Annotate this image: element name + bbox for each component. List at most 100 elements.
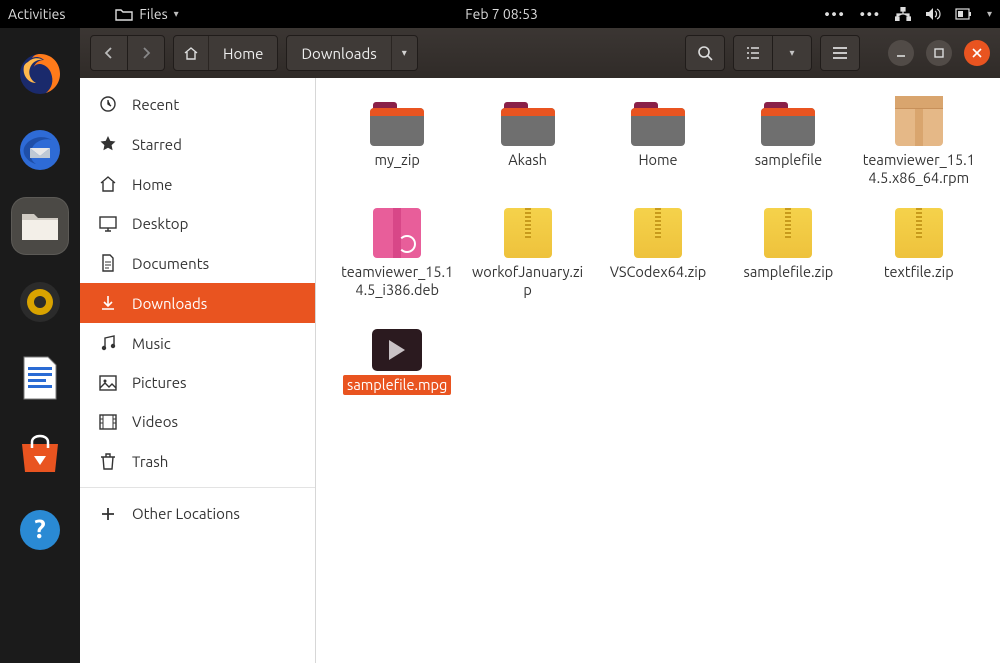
content-area: my_zip Akash Home samplefile teamviewer_15.1… <box>316 78 1000 663</box>
music-icon <box>98 334 118 352</box>
view-controls: ▾ <box>733 35 812 71</box>
maximize-button[interactable] <box>926 40 952 66</box>
plus-icon <box>98 506 118 522</box>
file-label: samplefile.zip <box>740 262 838 282</box>
shopping-bag-icon <box>18 434 62 474</box>
file-label: teamviewer_15.14.5.x86_64.rpm <box>858 150 980 188</box>
sidebar: Recent Starred Home Desktop Documents Downloa… <box>80 78 316 663</box>
hamburger-menu[interactable] <box>820 35 860 71</box>
battery-icon[interactable] <box>955 7 973 21</box>
sidebar-item-home[interactable]: Home <box>80 164 315 204</box>
sidebar-item-trash[interactable]: Trash <box>80 441 315 481</box>
launcher-software[interactable] <box>12 426 68 482</box>
sidebar-item-documents[interactable]: Documents <box>80 243 315 283</box>
file-item[interactable]: Home <box>597 96 719 188</box>
minimize-button[interactable] <box>888 40 914 66</box>
sidebar-item-other-locations[interactable]: Other Locations <box>80 494 315 533</box>
search-icon <box>697 45 713 61</box>
sidebar-item-music[interactable]: Music <box>80 323 315 363</box>
file-label: workofJanuary.zip <box>466 262 588 300</box>
file-grid: my_zip Akash Home samplefile teamviewer_15.1… <box>336 96 980 395</box>
file-item[interactable]: samplefile <box>727 96 849 188</box>
sidebar-item-label: Pictures <box>132 374 187 391</box>
video-icon <box>369 321 425 371</box>
download-icon <box>98 294 118 312</box>
star-icon <box>98 135 118 153</box>
folder-icon <box>500 96 556 146</box>
sidebar-item-label: Videos <box>132 413 178 430</box>
rpm-icon <box>891 96 947 146</box>
zip-icon <box>500 208 556 258</box>
window-controls <box>888 40 990 66</box>
view-dropdown[interactable]: ▾ <box>773 35 812 71</box>
sidebar-item-label: Music <box>132 335 171 352</box>
sidebar-item-label: Starred <box>132 136 182 153</box>
path-segment-current[interactable]: Downloads <box>287 36 391 70</box>
launcher-firefox[interactable] <box>12 46 68 102</box>
path-dropdown[interactable]: ▾ <box>392 36 417 70</box>
deb-icon <box>369 208 425 258</box>
sidebar-item-label: Other Locations <box>132 505 240 522</box>
app-menu-label: Files <box>139 6 167 22</box>
close-icon <box>971 47 983 59</box>
sidebar-item-label: Downloads <box>132 295 207 312</box>
path-home-button[interactable] <box>174 36 209 70</box>
file-item[interactable]: textfile.zip <box>858 208 980 300</box>
videos-icon <box>98 414 118 430</box>
sidebar-item-label: Desktop <box>132 215 188 232</box>
file-item[interactable]: my_zip <box>336 96 458 188</box>
sidebar-item-desktop[interactable]: Desktop <box>80 204 315 243</box>
svg-text:?: ? <box>34 514 45 543</box>
volume-icon[interactable] <box>925 7 941 21</box>
file-item[interactable]: Akash <box>466 96 588 188</box>
sidebar-item-label: Home <box>132 176 172 193</box>
path-segment-home[interactable]: Home <box>209 36 277 70</box>
chevron-down-icon: ▾ <box>402 47 407 59</box>
file-item[interactable]: samplefile.mpg <box>336 321 458 395</box>
document-icon <box>20 355 60 401</box>
zip-icon <box>630 208 686 258</box>
path-bar: Home <box>173 35 278 71</box>
file-item[interactable]: VSCodex64.zip <box>597 208 719 300</box>
launcher-libreoffice[interactable] <box>12 350 68 406</box>
file-label: VSCodex64.zip <box>606 262 711 282</box>
file-item[interactable]: teamviewer_15.14.5.x86_64.rpm <box>858 96 980 188</box>
file-label: textfile.zip <box>880 262 958 282</box>
sidebar-item-recent[interactable]: Recent <box>80 84 315 124</box>
list-view-button[interactable] <box>733 35 773 71</box>
dock: ? <box>0 28 80 663</box>
folder-icon <box>760 96 816 146</box>
sidebar-item-pictures[interactable]: Pictures <box>80 363 315 402</box>
clock[interactable]: Feb 7 08:53 <box>179 6 825 22</box>
file-label: samplefile <box>751 150 826 170</box>
desktop-icon <box>98 216 118 232</box>
help-icon: ? <box>18 508 62 552</box>
file-item[interactable]: samplefile.zip <box>727 208 849 300</box>
window-header: Home Downloads ▾ ▾ <box>80 28 1000 78</box>
indicator-icon[interactable]: ••• <box>824 6 845 22</box>
launcher-rhythmbox[interactable] <box>12 274 68 330</box>
search-button[interactable] <box>685 35 725 71</box>
launcher-thunderbird[interactable] <box>12 122 68 178</box>
file-label: Akash <box>504 150 551 170</box>
app-menu[interactable]: Files ▾ <box>115 6 178 22</box>
pictures-icon <box>98 375 118 391</box>
list-icon <box>745 46 761 60</box>
home-icon <box>183 46 199 60</box>
back-button[interactable] <box>90 35 128 71</box>
activities-button[interactable]: Activities <box>8 6 65 22</box>
network-icon[interactable] <box>895 7 911 21</box>
sidebar-item-label: Recent <box>132 96 179 113</box>
sidebar-item-downloads[interactable]: Downloads <box>80 283 315 323</box>
indicator-icon[interactable]: ••• <box>860 6 881 22</box>
trash-icon <box>98 452 118 470</box>
launcher-help[interactable]: ? <box>12 502 68 558</box>
file-item[interactable]: teamviewer_15.14.5_i386.deb <box>336 208 458 300</box>
window-body: Recent Starred Home Desktop Documents Downloa… <box>80 78 1000 663</box>
close-button[interactable] <box>964 40 990 66</box>
forward-button[interactable] <box>128 35 165 71</box>
launcher-files[interactable] <box>12 198 68 254</box>
sidebar-item-starred[interactable]: Starred <box>80 124 315 164</box>
sidebar-item-videos[interactable]: Videos <box>80 402 315 441</box>
file-item[interactable]: workofJanuary.zip <box>466 208 588 300</box>
